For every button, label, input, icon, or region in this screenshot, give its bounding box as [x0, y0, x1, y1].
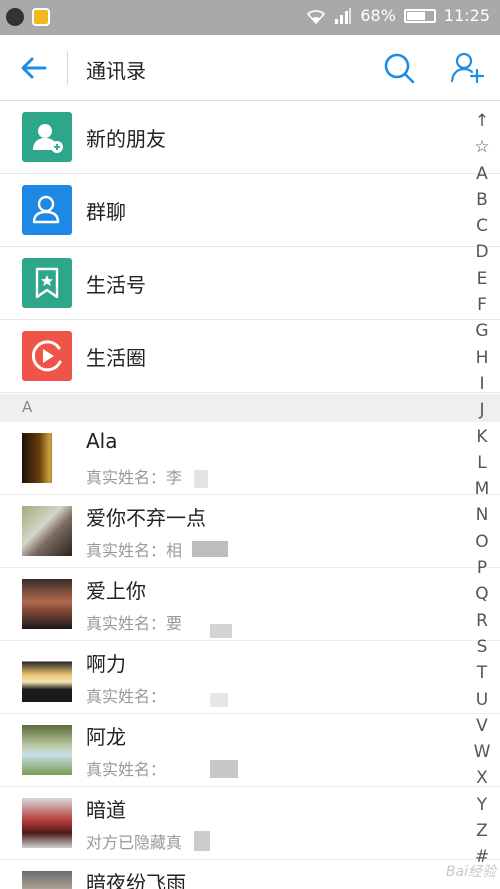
- index-letter[interactable]: V: [476, 713, 488, 739]
- battery-icon: [403, 8, 436, 23]
- header-divider: [67, 51, 68, 85]
- page-title: 通讯录: [86, 59, 146, 83]
- privacy-mosaic: [52, 422, 72, 494]
- index-letter[interactable]: C: [476, 213, 488, 239]
- contact-name: 爱上你: [86, 579, 146, 603]
- privacy-mosaic: [194, 831, 210, 851]
- index-letter[interactable]: ↑: [475, 108, 489, 134]
- watermark: Bai经验: [445, 864, 496, 880]
- contact-name: 阿龙: [86, 725, 126, 749]
- section-header: A: [0, 394, 500, 422]
- contact-name: 爱你不弃一点: [86, 506, 206, 530]
- index-letter[interactable]: H: [476, 345, 489, 371]
- contact-subtitle: 对方已隐藏真: [86, 833, 183, 852]
- index-letter[interactable]: E: [477, 266, 488, 292]
- contact-subtitle: 真实姓名：相: [86, 541, 183, 560]
- avatar: [22, 652, 72, 702]
- app-icon: [32, 8, 50, 26]
- life-circle-label: 生活圈: [86, 346, 146, 370]
- life-circle-row[interactable]: 生活圈: [0, 320, 500, 393]
- contact-row[interactable]: 爱你不弃一点 真实姓名：相: [0, 495, 500, 568]
- status-bar: 68% 11:25: [0, 0, 500, 35]
- index-letter[interactable]: Y: [477, 792, 487, 818]
- index-letter[interactable]: A: [476, 161, 488, 187]
- new-friend-icon: [22, 112, 72, 162]
- index-letter[interactable]: K: [476, 424, 487, 450]
- contact-row[interactable]: 爱上你 真实姓名：要: [0, 568, 500, 641]
- back-arrow-icon[interactable]: [18, 52, 50, 84]
- index-letter[interactable]: B: [476, 187, 488, 213]
- avatar: [22, 871, 72, 889]
- add-user-icon[interactable]: [450, 51, 484, 85]
- group-chat-label: 群聊: [86, 200, 126, 224]
- life-account-icon: [22, 258, 72, 308]
- index-letter[interactable]: G: [475, 318, 488, 344]
- index-letter[interactable]: O: [475, 529, 488, 555]
- header-bar: 通讯录: [0, 35, 500, 101]
- index-letter[interactable]: R: [476, 608, 488, 634]
- group-chat-row[interactable]: 群聊: [0, 174, 500, 247]
- contact-row[interactable]: Ala 真实姓名：李: [0, 422, 500, 495]
- contact-list: Ala 真实姓名：李 爱你不弃一点 真实姓名：相 爱上你 真实姓名：要 啊力 真…: [0, 422, 500, 889]
- index-letter[interactable]: S: [477, 634, 488, 660]
- battery-percent: 68%: [360, 6, 396, 25]
- index-letter[interactable]: F: [477, 292, 487, 318]
- contact-name: Ala: [86, 429, 118, 453]
- group-chat-icon: [22, 185, 72, 235]
- contact-name: 啊力: [86, 652, 126, 676]
- search-icon[interactable]: [382, 51, 416, 85]
- new-friends-row[interactable]: 新的朋友: [0, 101, 500, 174]
- contact-subtitle: 真实姓名：: [86, 760, 167, 779]
- index-letter[interactable]: Q: [475, 581, 488, 607]
- avatar: [22, 798, 72, 848]
- privacy-mosaic: [210, 760, 238, 778]
- function-list: 新的朋友 群聊 生活号 生活圈: [0, 101, 500, 393]
- avatar: [22, 579, 72, 629]
- index-letter[interactable]: L: [477, 450, 486, 476]
- privacy-mosaic: [210, 624, 232, 638]
- privacy-mosaic: [210, 693, 228, 707]
- privacy-mosaic: [192, 541, 228, 557]
- index-letter[interactable]: U: [476, 687, 488, 713]
- wifi-icon: [307, 9, 326, 24]
- alphabet-index[interactable]: ↑ ☆ A B C D E F G H I J K L M N O P Q R S T U V W X Y Z #: [470, 108, 494, 871]
- index-letter[interactable]: N: [476, 502, 489, 528]
- contact-name: 暗道: [86, 798, 126, 822]
- index-letter[interactable]: J: [479, 397, 484, 423]
- contact-name: 暗夜纷飞雨: [86, 871, 186, 889]
- index-letter[interactable]: M: [475, 476, 490, 502]
- contact-row[interactable]: 暗夜纷飞雨: [0, 860, 500, 889]
- index-letter[interactable]: P: [477, 555, 487, 581]
- system-indicators: 68% 11:25: [306, 6, 490, 25]
- privacy-mosaic: [194, 470, 208, 488]
- avatar: [22, 506, 72, 556]
- new-friends-label: 新的朋友: [86, 127, 166, 151]
- life-circle-icon: [22, 331, 72, 381]
- qq-icon: [6, 8, 24, 26]
- notification-icons: [6, 8, 50, 26]
- index-letter[interactable]: W: [474, 739, 491, 765]
- contact-subtitle: 真实姓名：李: [86, 468, 183, 487]
- index-letter[interactable]: Z: [476, 818, 488, 844]
- index-letter[interactable]: I: [479, 371, 484, 397]
- avatar: [22, 725, 72, 775]
- section-letter: A: [22, 398, 33, 416]
- index-letter[interactable]: ☆: [474, 134, 489, 160]
- clock: 11:25: [443, 6, 490, 25]
- contact-subtitle: 真实姓名：要: [86, 614, 183, 633]
- index-letter[interactable]: T: [477, 660, 487, 686]
- signal-icon: [335, 7, 352, 24]
- contact-row[interactable]: 阿龙 真实姓名：: [0, 714, 500, 787]
- life-account-label: 生活号: [86, 273, 146, 297]
- contact-row[interactable]: 暗道 对方已隐藏真: [0, 787, 500, 860]
- index-letter[interactable]: X: [476, 765, 488, 791]
- index-letter[interactable]: D: [475, 239, 488, 265]
- life-account-row[interactable]: 生活号: [0, 247, 500, 320]
- contact-subtitle: 真实姓名：: [86, 687, 167, 706]
- contact-row[interactable]: 啊力 真实姓名：: [0, 641, 500, 714]
